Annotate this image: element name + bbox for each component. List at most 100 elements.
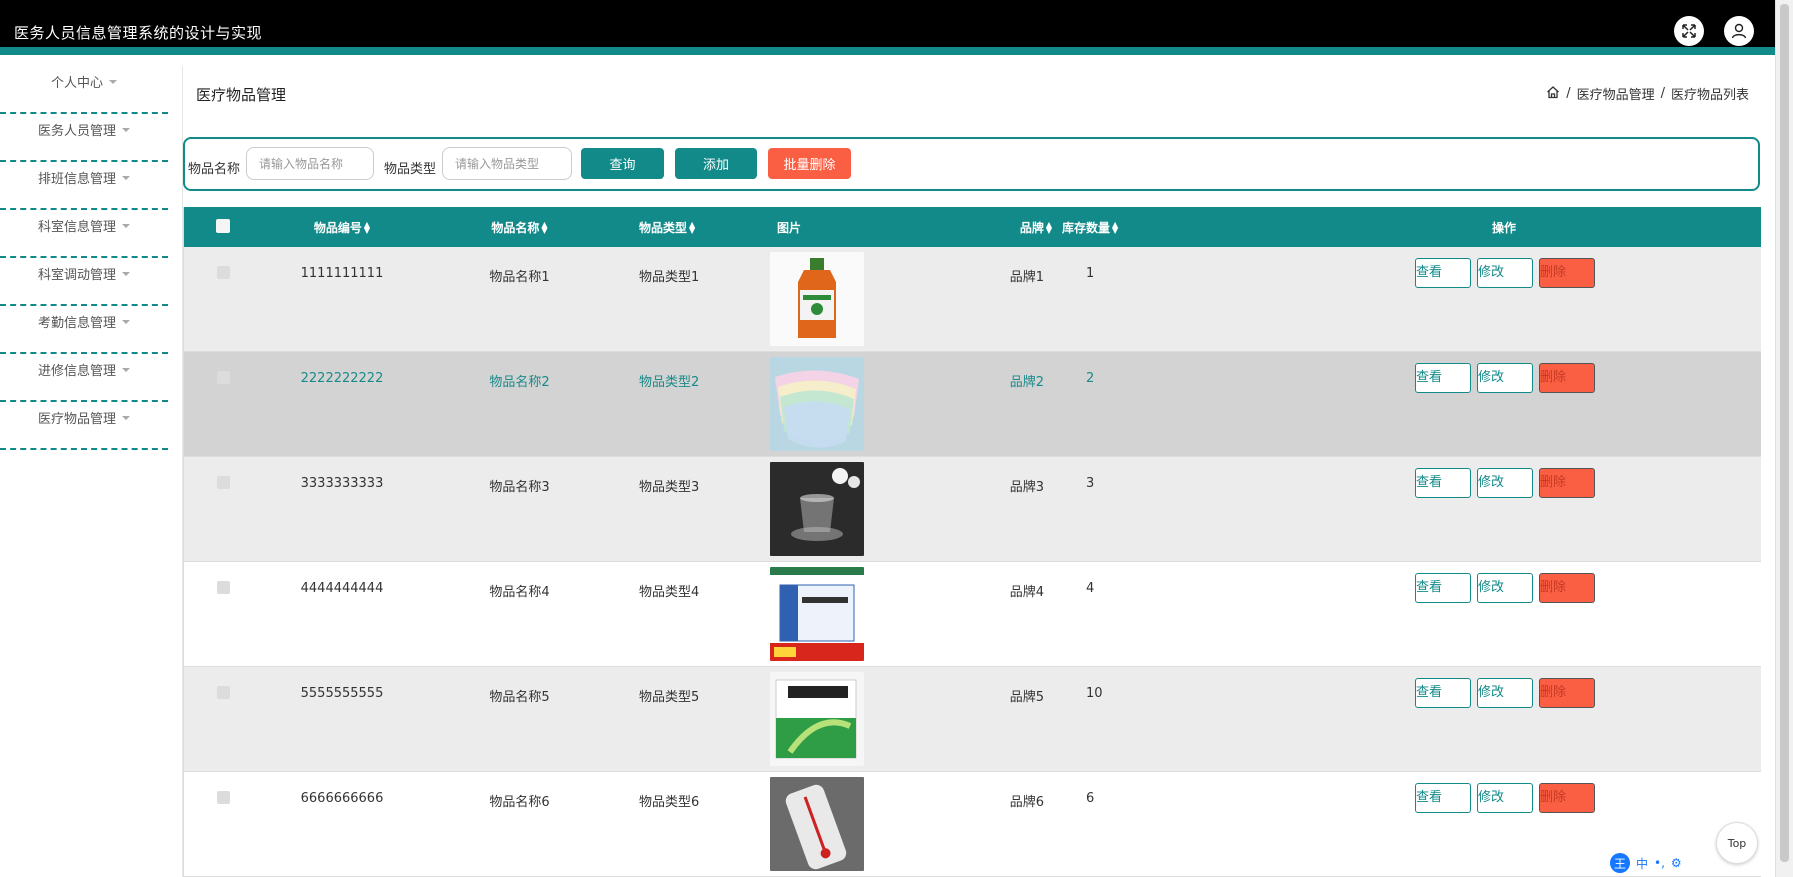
view-button[interactable]: 查看 <box>1415 573 1472 603</box>
cell-type: 物品类型2 <box>639 375 700 390</box>
query-button[interactable]: 查询 <box>581 148 664 179</box>
cell-actions: 查看 修改 删除 <box>1282 667 1761 772</box>
view-button[interactable]: 查看 <box>1415 783 1472 813</box>
breadcrumb-separator: / <box>1566 86 1571 101</box>
cell-name: 物品名称2 <box>489 375 550 390</box>
row-checkbox[interactable] <box>216 476 230 489</box>
top-bar: 医务人员信息管理系统的设计与实现 <box>0 0 1776 55</box>
cell-name: 物品名称1 <box>489 270 550 285</box>
cell-stock: 3 <box>1086 476 1095 491</box>
item-image[interactable] <box>770 777 864 875</box>
cell-stock: 6 <box>1086 791 1095 806</box>
caret-down-icon <box>122 223 130 228</box>
sidebar-item-medical-supplies[interactable]: 医疗物品管理 <box>0 402 168 450</box>
edit-button[interactable]: 修改 <box>1477 363 1534 393</box>
column-header[interactable]: 物品编号 ▲ ▼ <box>262 207 422 247</box>
table-row: 6666666666 物品名称6 物品类型6 品牌6 6 查看 修改 删除 <box>184 771 1761 877</box>
delete-button[interactable]: 删除 <box>1539 783 1596 813</box>
sidebar-item-label: 个人中心 <box>50 76 103 91</box>
sidebar-item-department[interactable]: 科室信息管理 <box>0 210 168 258</box>
sidebar-item-attendance[interactable]: 考勤信息管理 <box>0 306 168 354</box>
cell-actions: 查看 修改 删除 <box>1282 457 1761 562</box>
cell-image <box>747 457 892 562</box>
sidebar-item-schedule[interactable]: 排班信息管理 <box>0 162 168 210</box>
add-button[interactable]: 添加 <box>675 148 757 179</box>
cell-image <box>747 562 892 667</box>
cell-type: 物品类型6 <box>639 795 700 810</box>
cell-name: 物品名称5 <box>489 690 550 705</box>
cell-stock: 10 <box>1086 686 1103 701</box>
vertical-scrollbar[interactable] <box>1775 0 1793 877</box>
delete-button[interactable]: 删除 <box>1539 363 1596 393</box>
ime-toolbar: 王 中 •, ⚙ <box>1610 853 1682 873</box>
delete-button[interactable]: 删除 <box>1539 258 1596 288</box>
breadcrumb-item: 医疗物品列表 <box>1670 88 1749 103</box>
row-checkbox[interactable] <box>216 686 230 699</box>
item-image[interactable] <box>770 462 864 560</box>
view-button[interactable]: 查看 <box>1415 678 1472 708</box>
edit-button[interactable]: 修改 <box>1477 258 1534 288</box>
cell-brand: 品牌1 <box>1009 270 1044 285</box>
sidebar-item-transfer[interactable]: 科室调动管理 <box>0 258 168 306</box>
sidebar-item-training[interactable]: 进修信息管理 <box>0 354 168 402</box>
ime-punctuation-icon[interactable]: •, <box>1654 856 1665 870</box>
breadcrumb-item[interactable]: 医疗物品管理 <box>1577 84 1655 103</box>
edit-button[interactable]: 修改 <box>1477 573 1534 603</box>
sidebar-item-label: 进修信息管理 <box>37 364 116 379</box>
caret-down-icon <box>122 319 130 324</box>
cell-actions: 查看 修改 删除 <box>1282 352 1761 457</box>
cell-brand: 品牌3 <box>1009 480 1044 495</box>
batch-delete-button[interactable]: 批量删除 <box>768 148 851 179</box>
item-image[interactable] <box>770 672 864 770</box>
item-image[interactable] <box>770 357 864 455</box>
row-checkbox[interactable] <box>216 266 230 279</box>
sort-icon: ▲ ▼ <box>363 220 371 235</box>
fullscreen-icon[interactable] <box>1674 16 1704 46</box>
edit-button[interactable]: 修改 <box>1477 678 1534 708</box>
sidebar-item-medical-staff[interactable]: 医务人员管理 <box>0 114 168 162</box>
page-title: 医疗物品管理 <box>196 86 287 104</box>
column-header[interactable]: 品牌 ▲ ▼ <box>892 207 1062 247</box>
item-type-input[interactable] <box>442 147 572 180</box>
view-button[interactable]: 查看 <box>1415 258 1472 288</box>
ime-settings-icon[interactable]: ⚙ <box>1671 856 1682 870</box>
delete-button[interactable]: 删除 <box>1539 468 1596 498</box>
delete-button[interactable]: 删除 <box>1539 678 1596 708</box>
row-checkbox[interactable] <box>216 371 230 384</box>
edit-button[interactable]: 修改 <box>1477 468 1534 498</box>
user-icon[interactable] <box>1724 16 1754 46</box>
table-row: 1111111111 物品名称1 物品类型1 品牌1 1 查看 修改 删除 <box>184 247 1761 352</box>
item-name-input[interactable] <box>246 147 374 180</box>
row-checkbox[interactable] <box>216 581 230 594</box>
view-button[interactable]: 查看 <box>1415 468 1472 498</box>
item-image[interactable] <box>770 567 864 665</box>
sidebar-item-label: 科室调动管理 <box>37 268 116 283</box>
breadcrumb: / 医疗物品管理 / 医疗物品列表 <box>1546 84 1749 103</box>
cell-actions: 查看 修改 删除 <box>1282 772 1761 877</box>
item-image[interactable] <box>770 252 864 350</box>
column-header[interactable]: 物品类型 ▲ ▼ <box>617 207 747 247</box>
column-header: 图片 <box>777 220 802 235</box>
column-header[interactable]: 库存数量 ▲ ▼ <box>1062 207 1282 247</box>
column-header[interactable]: 物品名称 ▲ ▼ <box>422 207 617 247</box>
caret-down-icon <box>122 367 130 372</box>
ime-language-indicator[interactable]: 中 <box>1636 855 1648 872</box>
sidebar-item-personal-center[interactable]: 个人中心 <box>0 66 168 114</box>
cell-stock: 4 <box>1086 581 1095 596</box>
cell-type: 物品类型4 <box>639 585 700 600</box>
cell-name: 物品名称6 <box>489 795 550 810</box>
ime-logo-icon[interactable]: 王 <box>1610 853 1630 873</box>
select-all-checkbox[interactable] <box>216 218 230 233</box>
row-checkbox[interactable] <box>216 791 230 804</box>
home-icon[interactable] <box>1546 85 1560 103</box>
cell-name: 物品名称4 <box>489 585 550 600</box>
cell-name: 物品名称3 <box>489 480 550 495</box>
caret-down-icon <box>122 271 130 276</box>
sidebar-item-label: 科室信息管理 <box>37 220 116 235</box>
delete-button[interactable]: 删除 <box>1539 573 1596 603</box>
view-button[interactable]: 查看 <box>1415 363 1472 393</box>
sidebar: 个人中心 医务人员管理 排班信息管理 科室信息管理 科室调动管理 考勤信息管理 … <box>0 66 170 450</box>
sort-icon: ▲ ▼ <box>541 220 548 235</box>
edit-button[interactable]: 修改 <box>1477 783 1534 813</box>
back-to-top-button[interactable]: Top <box>1716 822 1758 864</box>
